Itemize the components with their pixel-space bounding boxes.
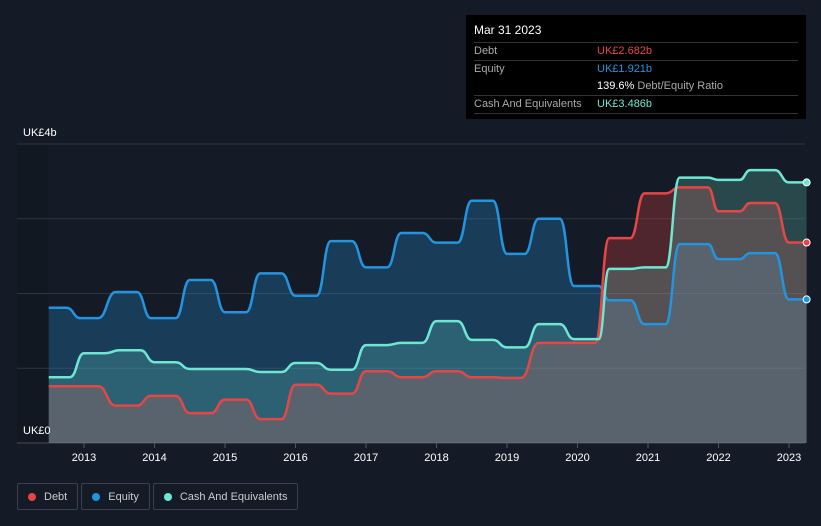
tooltip-equity-value: UK£1.921b	[597, 63, 653, 75]
x-tick-label: 2014	[142, 452, 166, 464]
y-label-bottom: UK£0	[23, 425, 51, 437]
tooltip-ratio-label: Debt/Equity Ratio	[637, 80, 723, 92]
x-tick-label: 2023	[777, 452, 801, 464]
x-tick-label: 2020	[565, 452, 589, 464]
tooltip-ratio-value: 139.6%	[597, 80, 635, 92]
tooltip-cash-label: Cash And Equivalents	[474, 98, 582, 110]
tooltip-date: Mar 31 2023	[474, 15, 798, 43]
cash-end-marker	[802, 178, 811, 187]
legend-equity[interactable]: Equity	[81, 483, 150, 510]
x-tick-label: 2015	[213, 452, 237, 464]
legend: Debt Equity Cash And Equivalents	[17, 483, 299, 510]
x-tick-label: 2021	[636, 452, 660, 464]
legend-debt-label: Debt	[44, 490, 68, 503]
x-tick-label: 2013	[72, 452, 96, 464]
tooltip-equity-label: Equity	[474, 63, 505, 75]
tooltip-debt-label: Debt	[474, 45, 498, 57]
x-tick-label: 2022	[706, 452, 730, 464]
x-tick-label: 2016	[283, 452, 307, 464]
x-tick-label: 2018	[424, 452, 448, 464]
debt-end-marker	[802, 238, 811, 247]
x-tick-label: 2019	[495, 452, 519, 464]
tooltip-debt-value: UK£2.682b	[597, 45, 653, 57]
legend-equity-label: Equity	[108, 490, 139, 503]
legend-cash-label: Cash And Equivalents	[179, 490, 288, 503]
tooltip-cash-value: UK£3.486b	[597, 98, 653, 110]
cash-dot-icon	[163, 492, 172, 501]
legend-debt[interactable]: Debt	[17, 483, 79, 510]
equity-end-marker	[802, 295, 811, 304]
debt-dot-icon	[28, 492, 36, 501]
x-tick-label: 2017	[354, 452, 378, 464]
equity-dot-icon	[92, 492, 101, 501]
legend-cash[interactable]: Cash And Equivalents	[152, 483, 299, 510]
tooltip: Mar 31 2023 Debt UK£2.682b Equity UK£1.921…	[466, 15, 806, 119]
y-label-top: UK£4b	[23, 127, 57, 139]
